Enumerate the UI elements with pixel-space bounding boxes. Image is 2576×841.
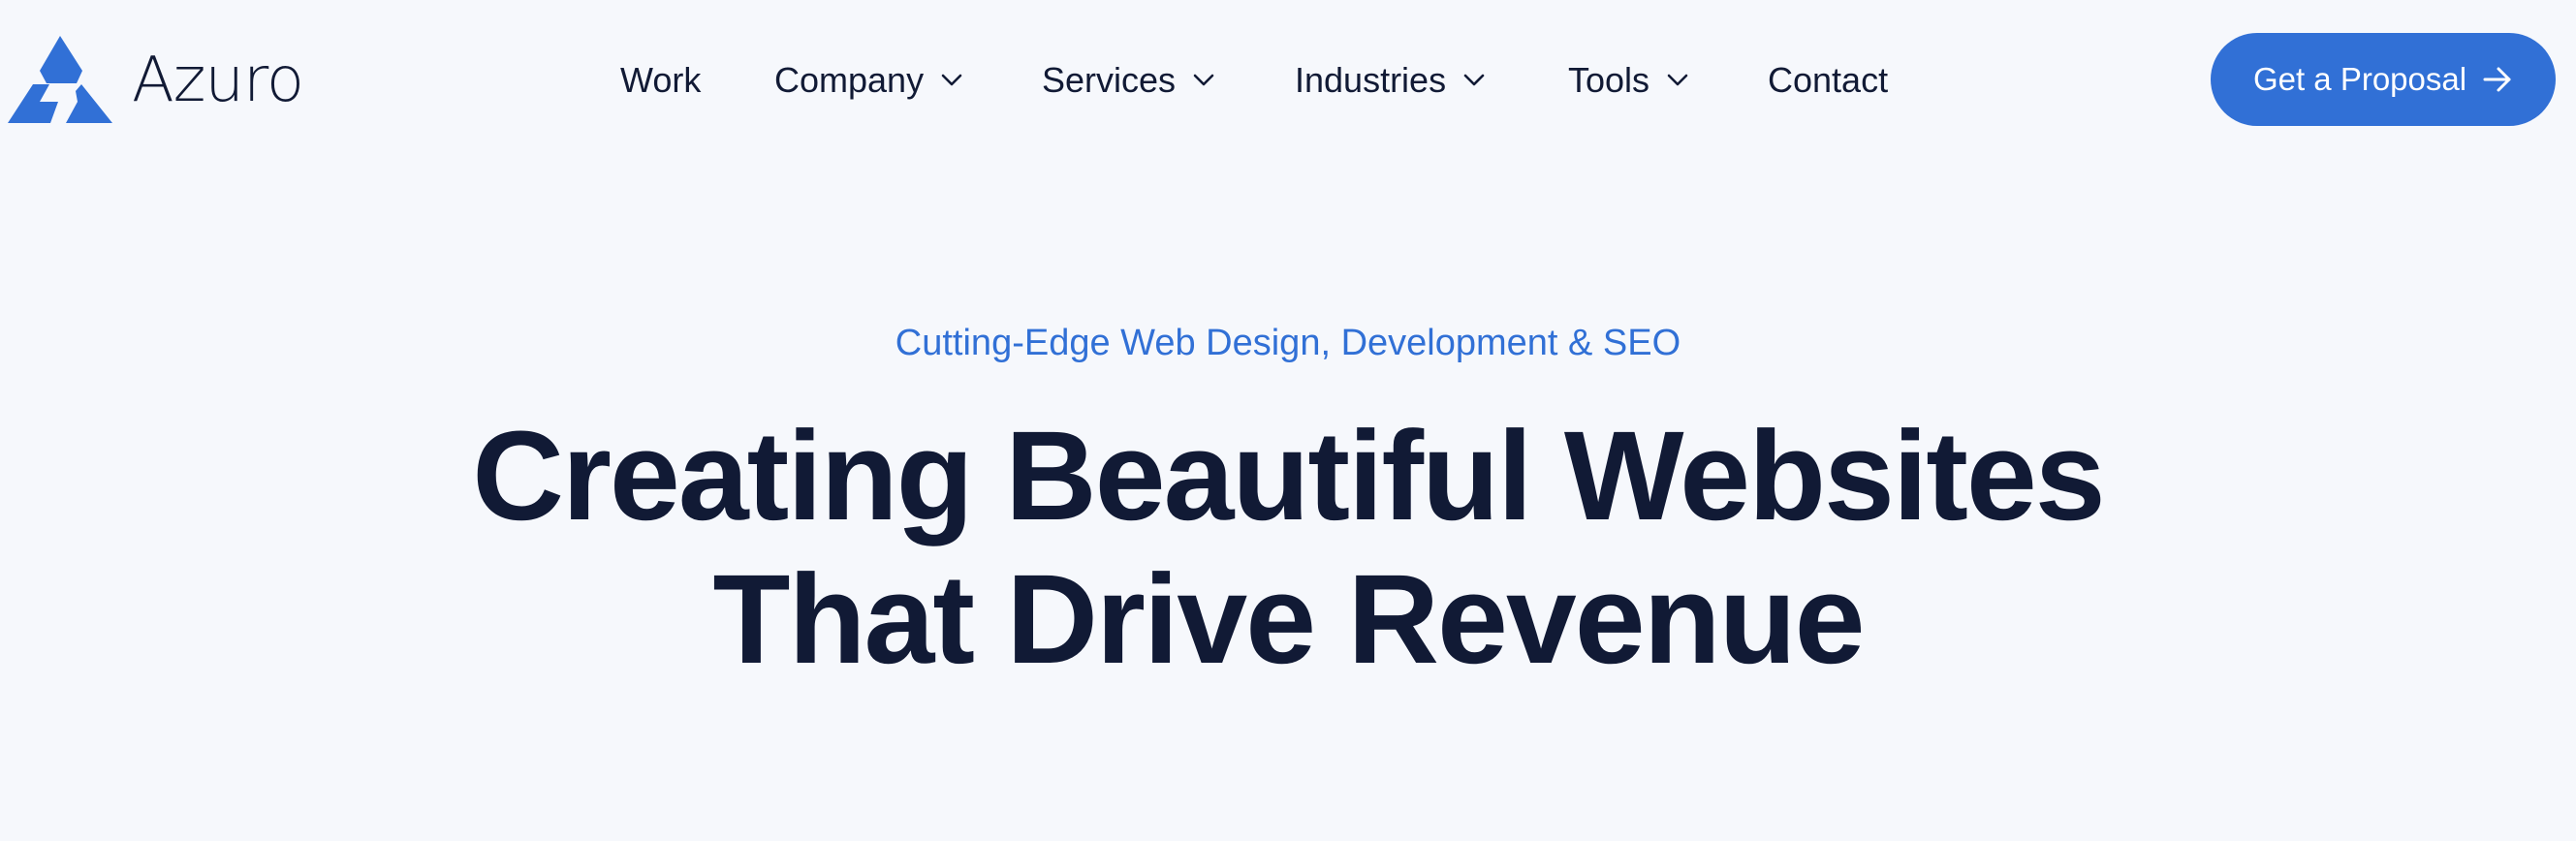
nav-item-services[interactable]: Services (1042, 56, 1214, 105)
nav-item-label: Services (1042, 60, 1177, 100)
nav-item-tools[interactable]: Tools (1568, 56, 1688, 105)
site-header: Azuro Work Company Services Industries T… (0, 0, 2576, 160)
hero-headline: Creating Beautiful Websites That Drive R… (0, 404, 2576, 691)
nav-item-label: Work (620, 60, 702, 100)
get-proposal-button[interactable]: Get a Proposal (2211, 33, 2556, 126)
main-nav: Work Company Services Industries Tools C… (0, 0, 2576, 160)
hero-eyebrow: Cutting-Edge Web Design, Development & S… (895, 323, 1681, 363)
nav-item-label: Contact (1768, 60, 1889, 100)
cta-label: Get a Proposal (2252, 61, 2467, 97)
chevron-down-icon (1193, 74, 1214, 87)
nav-item-label: Company (774, 60, 925, 100)
chevron-down-icon (1463, 74, 1485, 87)
arrow-right-icon (2482, 65, 2513, 94)
nav-item-company[interactable]: Company (774, 56, 962, 105)
nav-item-contact[interactable]: Contact (1768, 56, 1888, 105)
nav-item-work[interactable]: Work (620, 56, 701, 105)
nav-item-label: Industries (1295, 60, 1447, 100)
hero-section: Cutting-Edge Web Design, Development & S… (0, 291, 2576, 691)
nav-item-industries[interactable]: Industries (1295, 56, 1485, 105)
chevron-down-icon (941, 74, 962, 87)
chevron-down-icon (1667, 74, 1688, 87)
nav-item-label: Tools (1568, 60, 1650, 100)
hero-headline-line-1: Creating Beautiful Websites (472, 404, 2105, 546)
hero-headline-line-2: That Drive Revenue (712, 547, 1865, 690)
